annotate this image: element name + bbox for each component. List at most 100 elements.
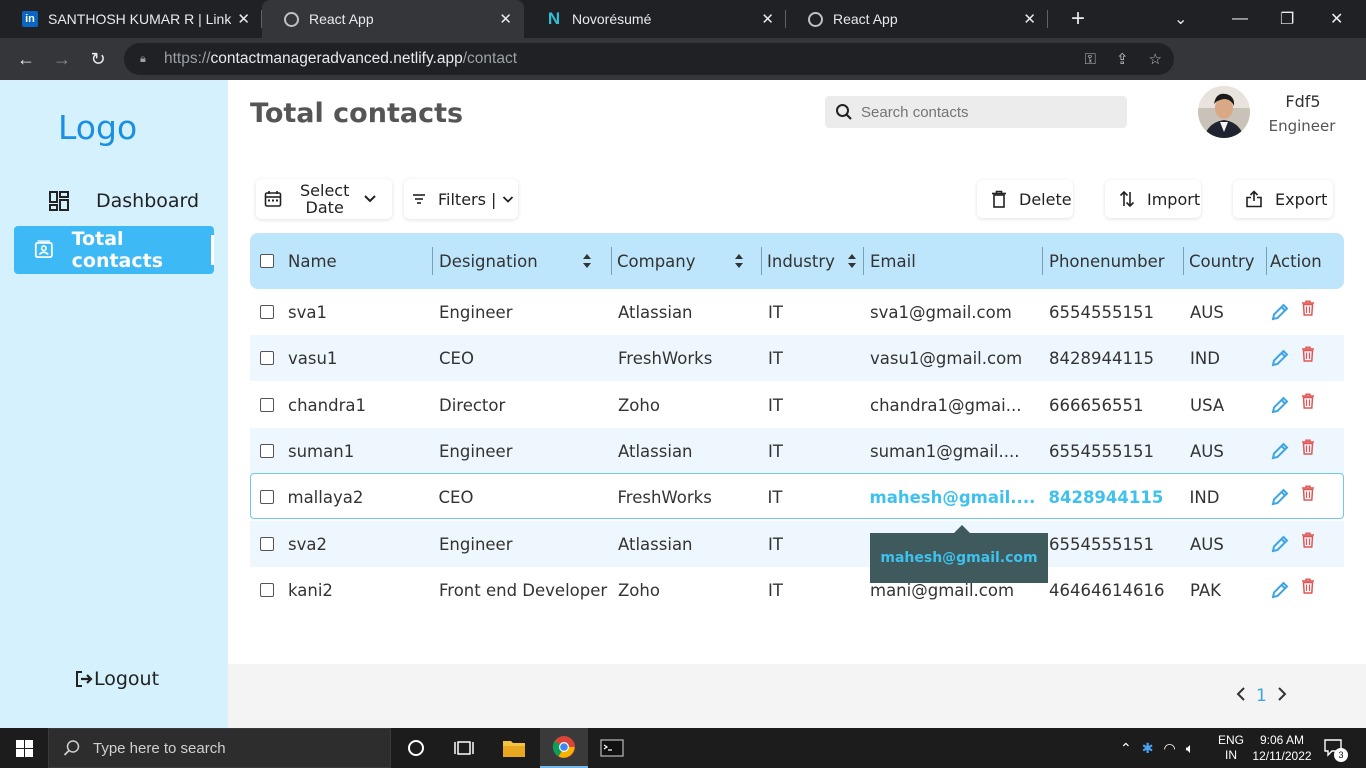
prev-page-icon[interactable] <box>1236 686 1246 706</box>
edit-icon[interactable] <box>1270 395 1290 415</box>
delete-icon[interactable] <box>1301 346 1315 362</box>
filters-button[interactable]: Filters | <box>404 179 518 219</box>
forward-button[interactable]: → <box>44 49 80 70</box>
sidebar-item-label: Total contacts <box>71 228 164 272</box>
edit-icon[interactable] <box>1270 487 1290 507</box>
close-tab-icon[interactable]: ✕ <box>499 10 512 28</box>
table-row[interactable]: mallaya2 CEO FreshWorks IT mahesh@gmail.... 8… <box>250 473 1344 519</box>
sort-icon[interactable] <box>734 253 744 269</box>
row-checkbox[interactable] <box>260 305 274 319</box>
star-icon[interactable]: ☆ <box>1149 50 1162 68</box>
table-row[interactable]: vasu1 CEO FreshWorks IT vasu1@gmail.com 84289… <box>250 335 1344 381</box>
show-hidden-icons[interactable]: ⌃ <box>1120 740 1132 757</box>
notification-center[interactable]: 3 <box>1324 728 1348 768</box>
bluetooth-icon[interactable]: ✱ <box>1142 740 1154 757</box>
row-checkbox[interactable] <box>260 444 274 458</box>
logo[interactable]: Logo <box>58 108 137 147</box>
wifi-icon[interactable]: ◠ <box>1163 740 1175 757</box>
clock[interactable]: 9:06 AM 12/11/2022 <box>1252 728 1312 768</box>
back-button[interactable]: ← <box>8 49 44 70</box>
browser-tab-react-app[interactable]: React App ✕ <box>262 0 524 38</box>
export-button[interactable]: Export <box>1233 180 1333 218</box>
row-checkbox[interactable] <box>260 398 274 412</box>
sidebar-item-dashboard[interactable]: Dashboard <box>14 177 214 225</box>
delete-icon[interactable] <box>1301 393 1315 409</box>
edit-icon[interactable] <box>1270 580 1290 600</box>
taskbar-search[interactable]: Type here to search <box>48 728 391 768</box>
column-industry[interactable]: Industry <box>767 233 835 289</box>
row-checkbox[interactable] <box>260 537 274 551</box>
browser-tab-react-app-2[interactable]: React App ✕ <box>786 0 1048 38</box>
chrome-taskbar-icon[interactable] <box>540 728 588 768</box>
table-header: Name Designation Company Industry Email … <box>250 233 1344 289</box>
file-explorer-icon[interactable] <box>490 728 538 768</box>
column-email[interactable]: Email <box>870 233 916 289</box>
sidebar-item-total-contacts[interactable]: Total contacts <box>14 226 214 274</box>
delete-icon[interactable] <box>1301 485 1315 501</box>
language-indicator[interactable]: ENG IN <box>1218 728 1244 768</box>
windows-start-icon[interactable] <box>0 728 48 768</box>
share-icon[interactable]: ⇪ <box>1116 50 1129 68</box>
table-row[interactable]: chandra1 Director Zoho IT chandra1@gmai... 66… <box>250 382 1344 428</box>
logout-icon <box>76 671 93 687</box>
close-window-button[interactable]: ✕ <box>1330 0 1343 38</box>
cell-phone: 8428944115 <box>1049 348 1154 368</box>
cell-country: AUS <box>1190 441 1224 461</box>
sort-icon[interactable] <box>847 253 857 269</box>
select-date-button[interactable]: Select Date <box>256 179 392 219</box>
delete-button[interactable]: Delete <box>977 180 1073 218</box>
edit-icon[interactable] <box>1270 302 1290 322</box>
cell-designation: Engineer <box>439 534 513 554</box>
minimize-button[interactable]: — <box>1232 0 1248 38</box>
browser-tab-linkedin[interactable]: in SANTHOSH KUMAR R | LinkedIn ✕ <box>0 0 262 38</box>
edit-icon[interactable] <box>1270 348 1290 368</box>
delete-icon[interactable] <box>1301 439 1315 455</box>
next-page-icon[interactable] <box>1277 686 1287 706</box>
edit-icon[interactable] <box>1270 534 1290 554</box>
delete-icon[interactable] <box>1301 578 1315 594</box>
table-row[interactable]: suman1 Engineer Atlassian IT suman1@gmail...… <box>250 428 1344 474</box>
row-checkbox[interactable] <box>259 490 274 504</box>
search-box[interactable] <box>825 96 1127 128</box>
tab-search-icon[interactable]: ⌄ <box>1174 0 1187 38</box>
column-designation[interactable]: Designation <box>439 233 538 289</box>
table-row[interactable]: kani2 Front end Developer Zoho IT mani@gmail… <box>250 567 1344 613</box>
edit-icon[interactable] <box>1270 441 1290 461</box>
url-scheme: https:// <box>164 50 211 67</box>
browser-tab-novoresume[interactable]: N Novorésumé ✕ <box>524 0 786 38</box>
restore-button[interactable]: ❐ <box>1280 0 1294 38</box>
row-checkbox[interactable] <box>260 583 274 597</box>
avatar[interactable] <box>1198 86 1250 138</box>
select-all-checkbox[interactable] <box>260 254 274 268</box>
column-divider <box>611 247 612 275</box>
import-button[interactable]: Import <box>1105 180 1201 218</box>
column-company[interactable]: Company <box>617 233 696 289</box>
close-tab-icon[interactable]: ✕ <box>237 10 250 28</box>
table-row[interactable]: sva1 Engineer Atlassian IT sva1@gmail.com 655… <box>250 289 1344 335</box>
table-row[interactable]: sva2 Engineer Atlassian IT 6554555151 AUS <box>250 521 1344 567</box>
address-bar[interactable]: 🔒︎ https://contactmanageradvanced.netlif… <box>124 43 1174 75</box>
sort-icon[interactable] <box>582 253 592 269</box>
cortana-icon[interactable] <box>392 728 440 768</box>
new-tab-button[interactable]: + <box>1060 5 1096 33</box>
task-view-icon[interactable] <box>440 728 488 768</box>
terminal-icon[interactable] <box>588 728 636 768</box>
column-name[interactable]: Name <box>288 233 337 289</box>
user-role: Engineer <box>1268 117 1336 135</box>
delete-icon[interactable] <box>1301 532 1315 548</box>
close-tab-icon[interactable]: ✕ <box>1023 10 1036 28</box>
delete-icon[interactable] <box>1301 300 1315 316</box>
row-checkbox[interactable] <box>260 351 274 365</box>
volume-icon[interactable]: 🔈︎ <box>1186 740 1194 757</box>
column-country[interactable]: Country <box>1189 233 1255 289</box>
reload-button[interactable]: ↻ <box>80 49 116 70</box>
row-checkbox-cell <box>260 428 274 474</box>
search-input[interactable] <box>861 103 1111 121</box>
cell-country: USA <box>1190 395 1225 415</box>
page-number[interactable]: 1 <box>1256 686 1267 706</box>
column-phonenumber[interactable]: Phonenumber <box>1049 233 1165 289</box>
logout-button[interactable]: Logout <box>74 668 159 690</box>
chevron-down-icon <box>503 195 514 203</box>
key-icon[interactable]: ⚿ <box>1085 51 1096 68</box>
close-tab-icon[interactable]: ✕ <box>761 10 774 28</box>
